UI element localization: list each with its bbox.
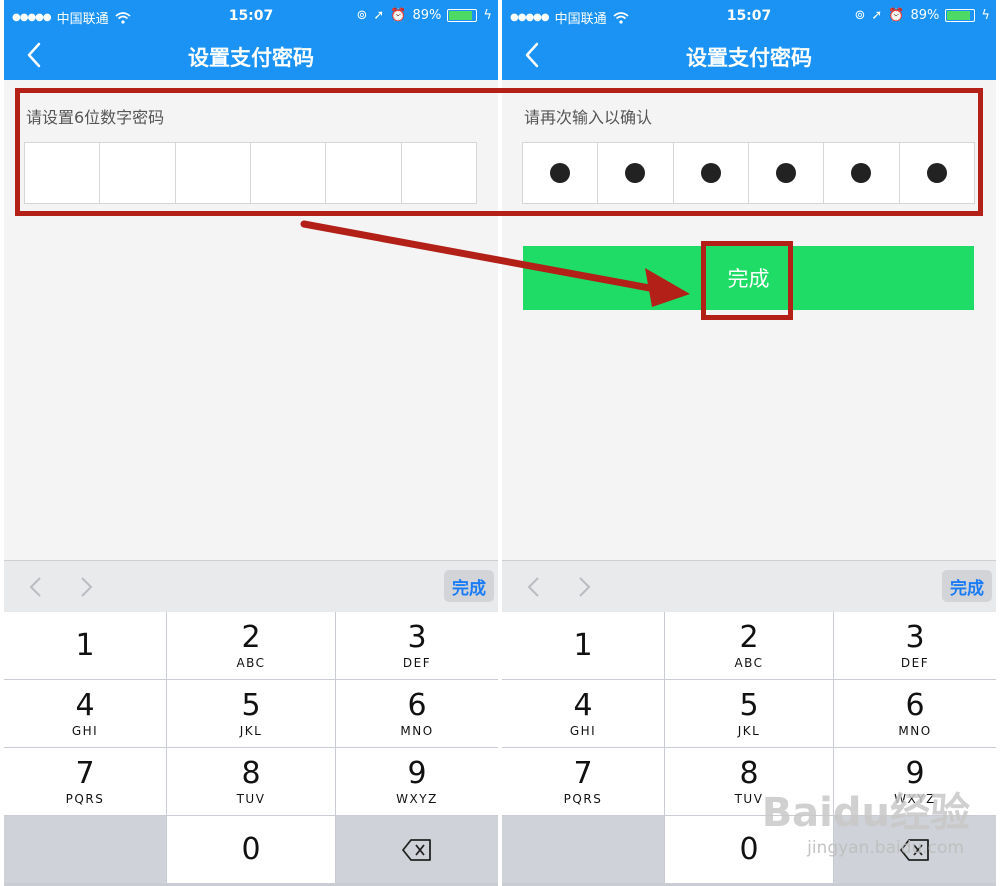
watermark-logo: Baidu经验 (761, 790, 970, 836)
watermark-url: jingyan.baidu.com (807, 838, 964, 858)
annotation-arrow-icon (300, 220, 690, 307)
